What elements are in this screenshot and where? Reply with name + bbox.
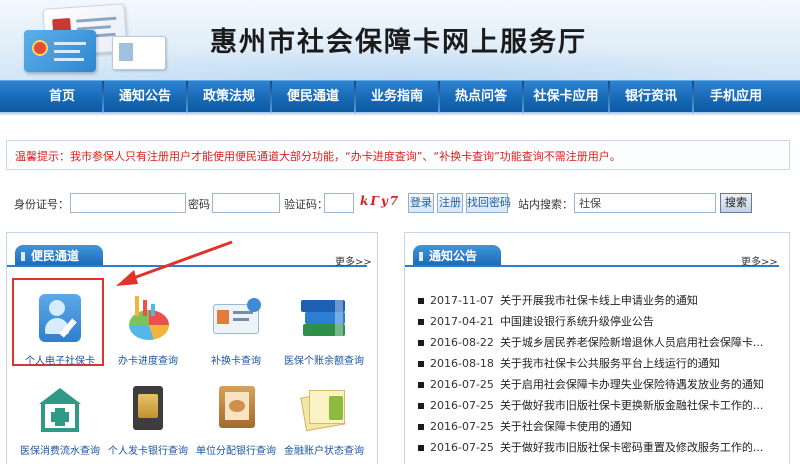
nav-home[interactable]: 首页 xyxy=(22,81,102,113)
person-pen-icon xyxy=(31,294,89,344)
convenience-more-link[interactable]: 更多>> xyxy=(335,253,372,268)
list-item[interactable]: 2016-07-25 关于做好我市旧版社保卡密码重置及修改服务工作的... xyxy=(416,437,786,458)
medical-house-icon xyxy=(31,386,89,436)
service-personal-bank[interactable]: 个人发卡银行查询 xyxy=(102,386,194,457)
notice-text: 温馨提示：我市参保人只有注册用户才能使用便民通道大部分功能，“办卡进度查询”、“… xyxy=(15,150,621,163)
service-label: 金融账户状态查询 xyxy=(284,446,364,457)
id-number-input[interactable] xyxy=(70,193,186,213)
captcha-input[interactable] xyxy=(324,193,354,213)
password-input[interactable] xyxy=(212,193,280,213)
nav-card-apps[interactable]: 社保卡应用 xyxy=(524,81,608,113)
captcha-label: 验证码： xyxy=(284,198,328,211)
service-card-replace[interactable]: 补换卡查询 xyxy=(190,294,282,367)
nav-faq[interactable]: 热点问答 xyxy=(440,81,522,113)
nav-bank-news[interactable]: 银行资讯 xyxy=(610,81,692,113)
nav-notices[interactable]: 通知公告 xyxy=(104,81,186,113)
list-item[interactable]: 2016-07-25 关于社会保障卡使用的通知 xyxy=(416,416,786,437)
login-button[interactable]: 登录 xyxy=(408,193,434,213)
id-label: 身份证号： xyxy=(14,198,69,211)
service-medical-flow[interactable]: 医保消费流水查询 xyxy=(14,386,106,457)
captcha-image[interactable]: kΓy7 xyxy=(360,194,400,208)
nav-guide[interactable]: 业务指南 xyxy=(356,81,438,113)
main-nav: 首页 通知公告 政策法规 便民通道 业务指南 热点问答 社保卡应用 银行资讯 手… xyxy=(0,80,800,113)
photo-frame-icon xyxy=(207,386,265,436)
service-unit-bank[interactable]: 单位分配银行查询 xyxy=(190,386,282,457)
service-card-progress[interactable]: 办卡进度查询 xyxy=(102,294,194,367)
login-bar: 身份证号： 密码： 验证码： kΓy7 登录 注册 找回密码 站内搜索： 搜索 xyxy=(6,188,790,218)
convenience-panel-title: 便民通道 xyxy=(15,245,104,267)
service-finance-account[interactable]: 金融账户状态查询 xyxy=(278,386,370,457)
page: 惠州市社会保障卡网上服务厅 首页 通知公告 政策法规 便民通道 业务指南 热点问… xyxy=(0,0,800,464)
list-item[interactable]: 2017-04-21 中国建设银行系统升级停业公告 xyxy=(416,311,786,332)
list-item[interactable]: 2016-07-25 关于启用社会保障卡办理失业保险待遇发放业务的通知 xyxy=(416,374,786,395)
id-card-icon xyxy=(112,36,166,70)
list-item[interactable]: 2016-07-25 关于做好我市旧版社保卡更换新版金融社保卡工作的... xyxy=(416,395,786,416)
books-icon xyxy=(295,294,353,344)
site-search-input[interactable] xyxy=(574,193,716,213)
nav-mobile-app[interactable]: 手机应用 xyxy=(694,81,778,113)
announcement-list: 2017-11-07 关于开展我市社保卡线上申请业务的通知 2017-04-21 中… xyxy=(416,290,786,458)
header-banner: 惠州市社会保障卡网上服务厅 xyxy=(0,0,800,80)
announcements-more-link[interactable]: 更多>> xyxy=(741,253,778,268)
nav-policies[interactable]: 政策法规 xyxy=(188,81,270,113)
folder-icon xyxy=(295,386,353,436)
register-button[interactable]: 注册 xyxy=(437,193,463,213)
forgot-password-button[interactable]: 找回密码 xyxy=(466,193,511,213)
service-medical-balance[interactable]: 医保个账余额查询 xyxy=(278,294,370,367)
service-e-card[interactable]: 个人电子社保卡 xyxy=(14,294,106,367)
search-button[interactable]: 搜索 xyxy=(720,193,752,213)
site-title: 惠州市社会保障卡网上服务厅 xyxy=(210,27,587,58)
list-item[interactable]: 2016-08-18 关于我市社保卡公共服务平台上线运行的通知 xyxy=(416,353,786,374)
notice-box: 温馨提示：我市参保人只有注册用户才能使用便民通道大部分功能，“办卡进度查询”、“… xyxy=(6,140,790,170)
blue-card-icon xyxy=(24,30,96,72)
search-label: 站内搜索： xyxy=(518,198,573,211)
nav-convenience[interactable]: 便民通道 xyxy=(272,81,354,113)
service-label: 医保个账余额查询 xyxy=(284,356,364,367)
list-item[interactable]: 2016-08-22 关于城乡居民养老保险新增退休人员启用社会保障卡... xyxy=(416,332,786,353)
pie-chart-icon xyxy=(119,294,177,344)
id-card-icon xyxy=(207,294,265,344)
list-item[interactable]: 2017-11-07 关于开展我市社保卡线上申请业务的通知 xyxy=(416,290,786,311)
sim-card-icon xyxy=(119,386,177,436)
announcements-panel-title: 通知公告 xyxy=(413,245,502,267)
